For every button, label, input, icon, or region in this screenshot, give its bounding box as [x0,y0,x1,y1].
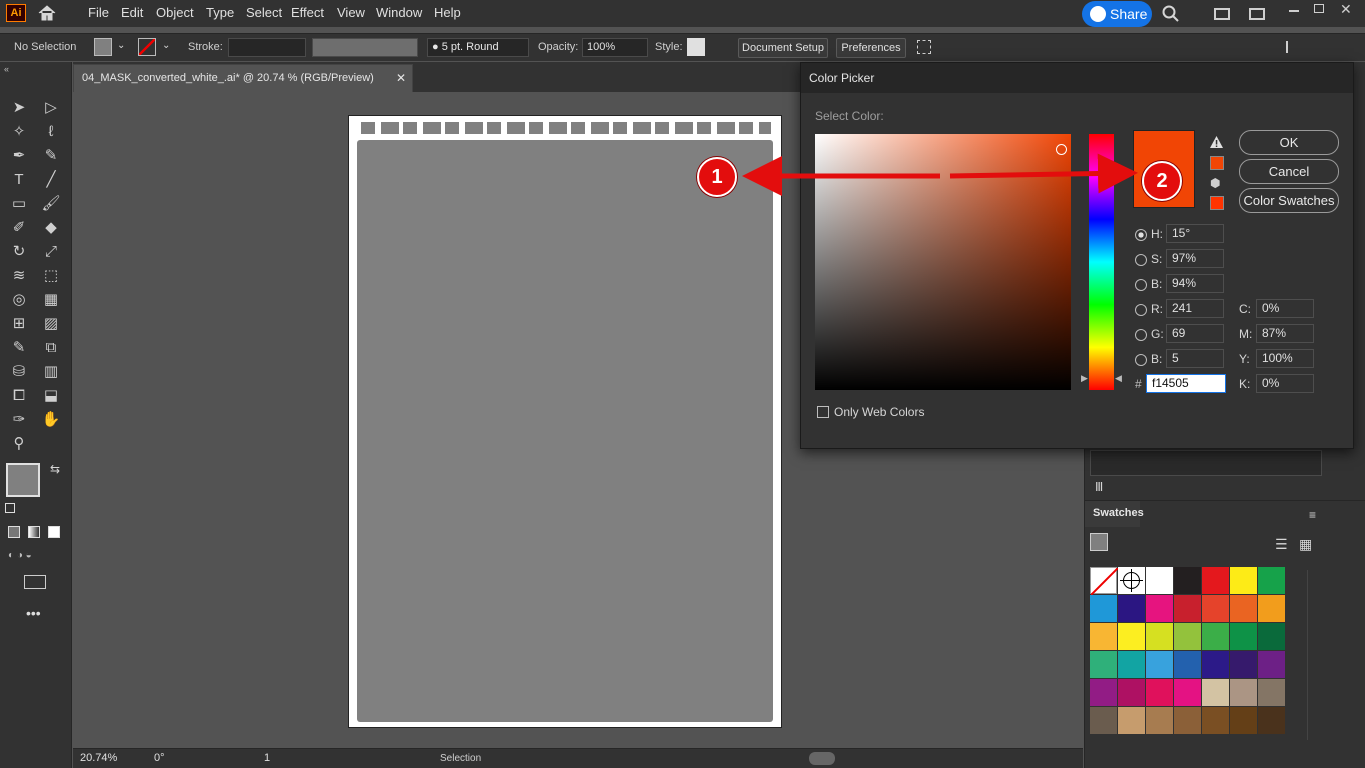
annotation-badge-2: 2 [1142,161,1182,201]
annotation-arrow [742,153,1138,196]
annotation-badge-1: 1 [697,157,737,197]
